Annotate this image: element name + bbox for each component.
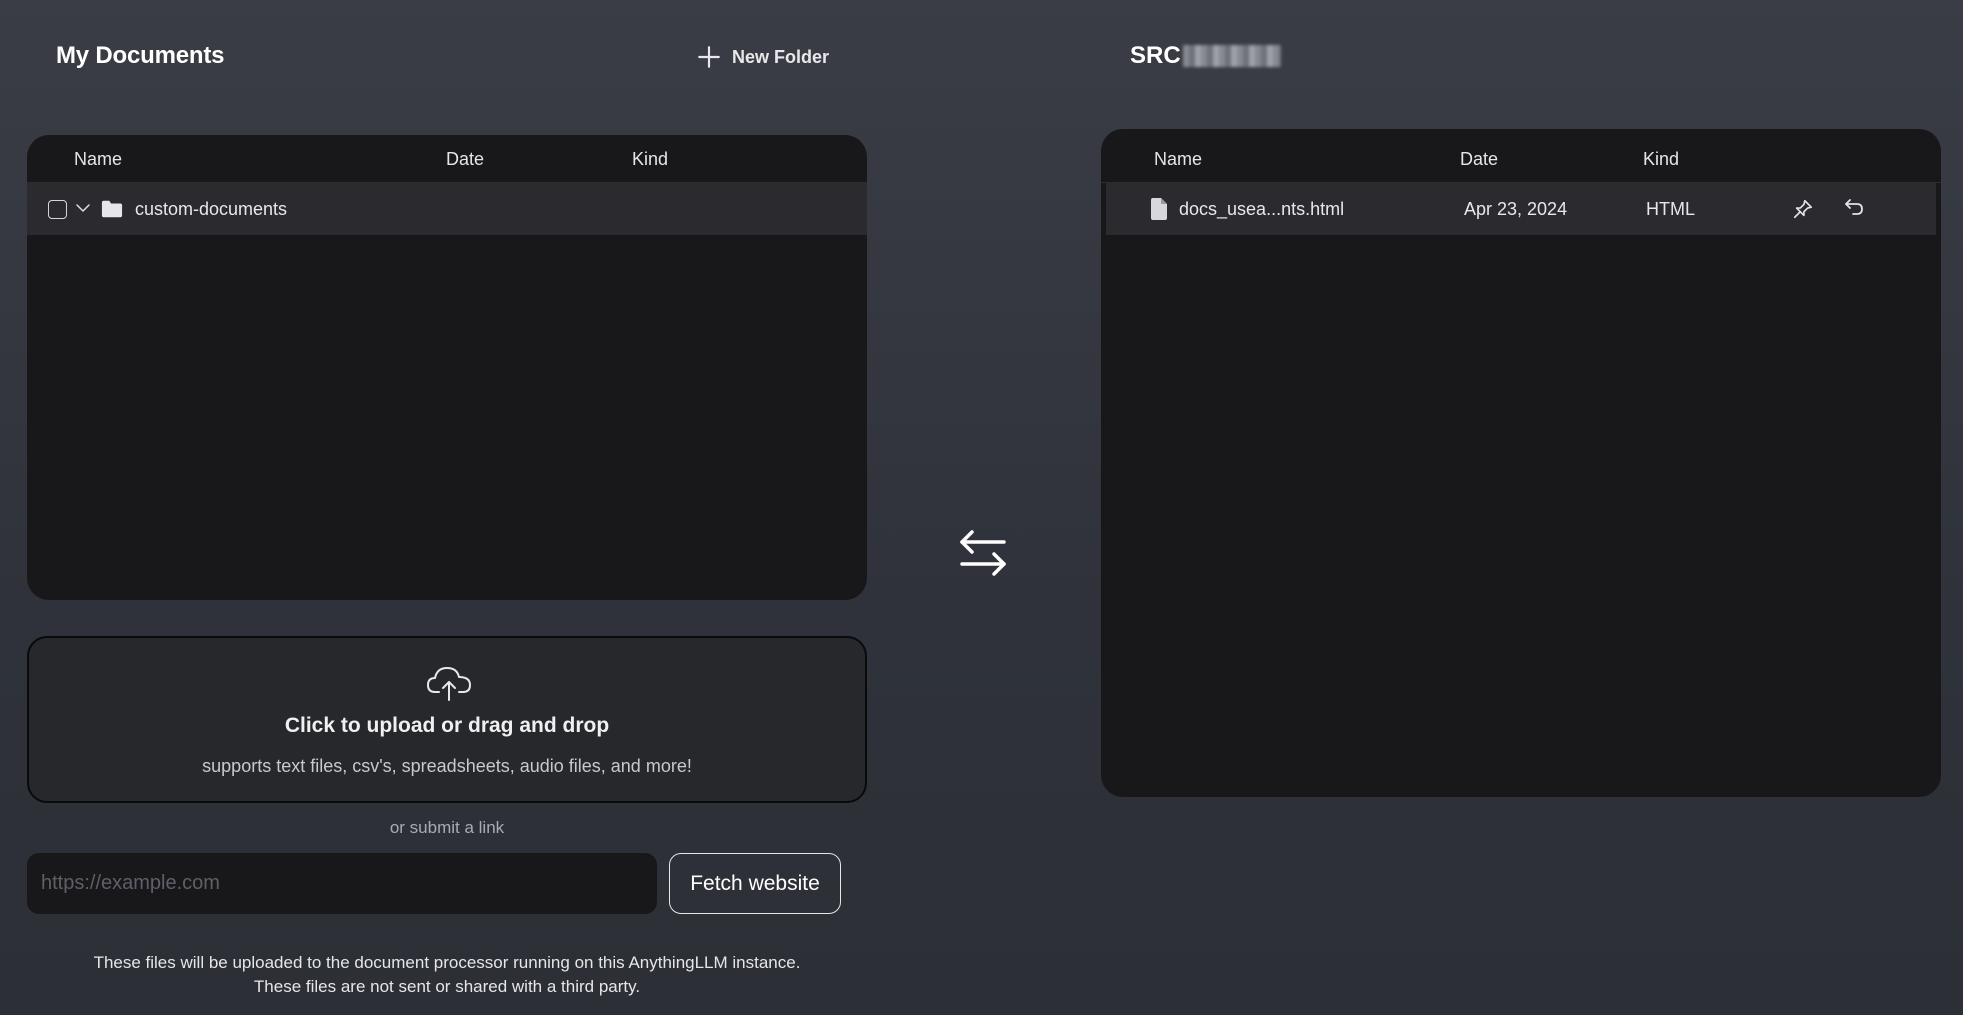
- workspace-title-text: SRC: [1130, 42, 1181, 69]
- upload-footnote: These files will be uploaded to the docu…: [27, 951, 867, 999]
- folder-name: custom-documents: [135, 199, 288, 219]
- fetch-website-button[interactable]: Fetch website: [669, 853, 841, 914]
- upload-subtitle: supports text files, csv's, spreadsheets…: [202, 756, 692, 776]
- footnote-line-2: These files are not sent or shared with …: [253, 977, 641, 996]
- column-name-header: Name: [74, 149, 123, 169]
- folder-row[interactable]: custom-documents: [27, 183, 867, 235]
- footnote-line-1: These files will be uploaded to the docu…: [93, 953, 801, 972]
- column-date-header: Date: [446, 149, 485, 169]
- column-kind-header: Kind: [632, 149, 669, 169]
- folder-icon: [101, 200, 123, 218]
- file-row[interactable]: docs_usea...nts.html Apr 23, 2024 HTML: [1106, 183, 1936, 235]
- table-header: Name Date Kind: [27, 135, 867, 183]
- file-name: docs_usea...nts.html: [1179, 199, 1345, 219]
- workspace-title: SRC: [1130, 42, 1281, 70]
- plus-icon: [698, 46, 720, 68]
- undo-icon[interactable]: [1842, 196, 1866, 220]
- chevron-down-icon[interactable]: [74, 199, 92, 217]
- new-folder-button[interactable]: New Folder: [696, 44, 829, 70]
- column-name-header: Name: [1154, 149, 1203, 169]
- file-icon: [1151, 198, 1167, 220]
- workspace-documents-panel: Name Date Kind docs_usea...nts.html Apr …: [1101, 129, 1941, 797]
- table-header: Name Date Kind: [1101, 135, 1941, 183]
- redacted-title-segment: [1182, 45, 1281, 67]
- upload-title: Click to upload or drag and drop: [284, 714, 610, 737]
- new-folder-label: New Folder: [732, 46, 830, 67]
- column-date-header: Date: [1460, 149, 1499, 169]
- folder-checkbox[interactable]: [48, 200, 67, 219]
- swap-arrows-icon[interactable]: [958, 528, 1010, 576]
- or-submit-link-label: or submit a link: [389, 818, 505, 837]
- url-input[interactable]: [27, 853, 657, 914]
- cloud-upload-icon: [427, 667, 471, 701]
- upload-dropzone[interactable]: Click to upload or drag and drop support…: [27, 636, 867, 803]
- my-documents-panel: Name Date Kind custom-documents: [27, 135, 867, 600]
- column-kind-header: Kind: [1643, 149, 1680, 169]
- file-kind: HTML: [1646, 199, 1695, 219]
- file-date: Apr 23, 2024: [1464, 199, 1568, 219]
- pin-icon[interactable]: [1792, 198, 1814, 220]
- my-documents-title: My Documents: [56, 42, 225, 69]
